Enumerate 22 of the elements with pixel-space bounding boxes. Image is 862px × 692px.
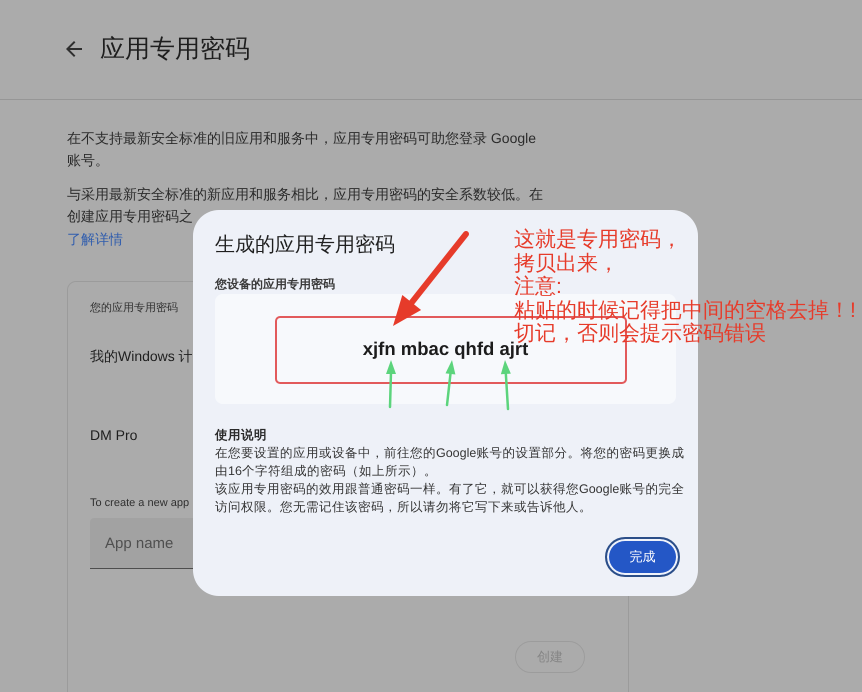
- card-heading: 您的应用专用密码: [90, 300, 178, 316]
- app-password-item[interactable]: DM Pro: [90, 425, 138, 445]
- app-password-item[interactable]: 我的Windows 计: [90, 346, 193, 366]
- annotation-text: 这就是专用密码，: [514, 228, 682, 252]
- instructions-text: 在您要设置的应用或设备中，前往您的Google账号的设置部分。将您的密码更换成由16个字符组成的密码（如上所示）。: [215, 445, 686, 480]
- instructions-text: 该应用专用密码的效用跟普通密码一样。有了它，就可以获得您Google账号的完全访问权限。您无需记住该密码，所以请勿将它写下来或告诉他人。: [215, 481, 686, 516]
- app-name-field[interactable]: App name: [90, 518, 194, 569]
- pointer-arrow: [384, 358, 398, 409]
- intro-text: 与采用最新安全标准的新应用和服务相比，应用专用密码的安全系数较低。在创建应用专用密码之: [67, 185, 544, 226]
- done-button[interactable]: 完成: [605, 537, 680, 577]
- intro-text: 在不支持最新安全标准的旧应用和服务中，应用专用密码可助您登录 Google 账号。: [67, 129, 538, 170]
- back-arrow-icon[interactable]: [66, 40, 82, 56]
- page-title: 应用专用密码: [100, 34, 250, 64]
- annotation-text: 注意:: [514, 275, 562, 298]
- dialog-title: 生成的应用专用密码: [215, 233, 395, 258]
- annotation-text: 粘贴的时候记得把中间的空格去掉！!: [514, 298, 856, 322]
- instructions-heading: 使用说明: [215, 427, 267, 444]
- password-label: 您设备的应用专用密码: [215, 276, 335, 292]
- pointer-arrow: [499, 358, 513, 412]
- pointer-arrow: [443, 358, 457, 407]
- annotation-text: 拷贝出来，: [514, 252, 619, 275]
- create-hint-text: To create a new app: [90, 496, 190, 511]
